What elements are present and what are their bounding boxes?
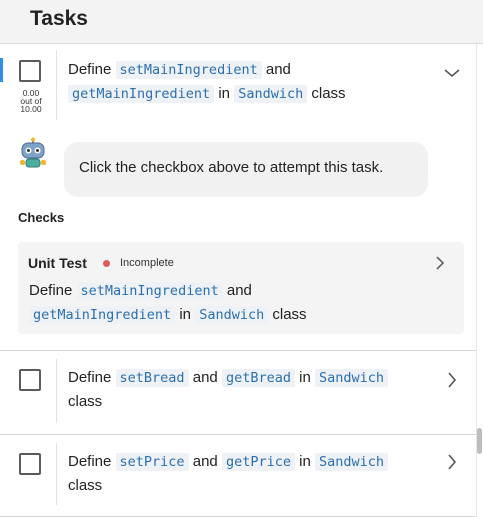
unit-text-in: in	[175, 306, 196, 323]
active-task-indicator	[0, 58, 3, 82]
tasks-header: Tasks	[0, 0, 483, 44]
unit-text-prefix: Define	[29, 282, 77, 299]
unit-text-suffix: class	[268, 306, 307, 323]
expand-task-3-chevron-right-icon[interactable]	[443, 453, 461, 471]
code-set-method: setMainIngredient	[76, 282, 223, 300]
task-1-checkbox[interactable]	[19, 60, 41, 82]
code-set-method: setPrice	[115, 453, 189, 471]
task-text-prefix: Define	[68, 369, 116, 386]
unit-test-description: Define setMainIngredient and getMainIngr…	[29, 279, 409, 327]
task-text-suffix: class	[307, 85, 346, 102]
task-divider	[56, 359, 57, 423]
code-class-name: Sandwich	[314, 369, 389, 387]
task-text-suffix: class	[68, 477, 103, 494]
task-text-in: in	[294, 453, 315, 470]
task-1-score: 0.00 out of 10.00	[14, 89, 48, 114]
task-text-in: in	[214, 85, 235, 102]
checks-heading: Checks	[18, 210, 65, 225]
score-max: 10.00	[20, 104, 42, 114]
robot-message-bubble: Click the checkbox above to attempt this…	[64, 142, 428, 197]
code-set-method: setBread	[115, 369, 189, 387]
task-divider	[56, 50, 57, 120]
code-class-name: Sandwich	[234, 85, 308, 103]
status-dot-icon	[103, 260, 110, 267]
task-text-mid: and	[188, 453, 222, 470]
unit-text-mid: and	[222, 282, 252, 299]
task-2-checkbox[interactable]	[19, 369, 41, 391]
task-text-mid: and	[188, 369, 222, 386]
scrollbar-thumb[interactable]	[477, 428, 482, 454]
status-badge: Incomplete	[120, 257, 174, 269]
code-set-method: setMainIngredient	[115, 61, 262, 79]
code-get-method: getPrice	[221, 453, 295, 471]
code-class-name: Sandwich	[314, 453, 389, 471]
code-class-name: Sandwich	[195, 306, 269, 324]
task-3-title: Define setPrice and getPrice in Sandwich…	[68, 450, 438, 497]
code-get-method: getBread	[221, 369, 295, 387]
task-text-mid: and	[261, 61, 291, 78]
task-divider	[56, 443, 57, 505]
expand-task-2-chevron-right-icon[interactable]	[443, 371, 461, 389]
task-3-checkbox[interactable]	[19, 453, 41, 475]
unit-test-chevron-right-icon[interactable]	[432, 254, 448, 272]
task-item-2: Define setBread and getBread in Sandwich…	[0, 351, 476, 435]
task-text-prefix: Define	[68, 453, 116, 470]
task-text-in: in	[294, 369, 315, 386]
page-title: Tasks	[30, 7, 88, 30]
code-get-method: getMainIngredient	[29, 306, 176, 324]
unit-test-card[interactable]: Unit Test Incomplete Define setMainIngre…	[18, 242, 464, 334]
task-text-suffix: class	[68, 393, 103, 410]
task-item-3: Define setPrice and getPrice in Sandwich…	[0, 435, 476, 517]
unit-test-title: Unit Test	[28, 255, 87, 271]
task-list: 0.00 out of 10.00 Define setMainIngredie…	[0, 44, 476, 517]
task-text-prefix: Define	[68, 61, 116, 78]
robot-avatar-icon	[18, 137, 48, 169]
task-item-1: 0.00 out of 10.00 Define setMainIngredie…	[0, 44, 476, 351]
code-get-method: getMainIngredient	[68, 85, 215, 103]
task-2-title: Define setBread and getBread in Sandwich…	[68, 366, 438, 413]
collapse-task-1-chevron-down-icon[interactable]	[443, 64, 461, 82]
robot-message-text: Click the checkbox above to attempt this…	[79, 159, 384, 176]
task-1-title: Define setMainIngredient and getMainIngr…	[68, 58, 408, 106]
